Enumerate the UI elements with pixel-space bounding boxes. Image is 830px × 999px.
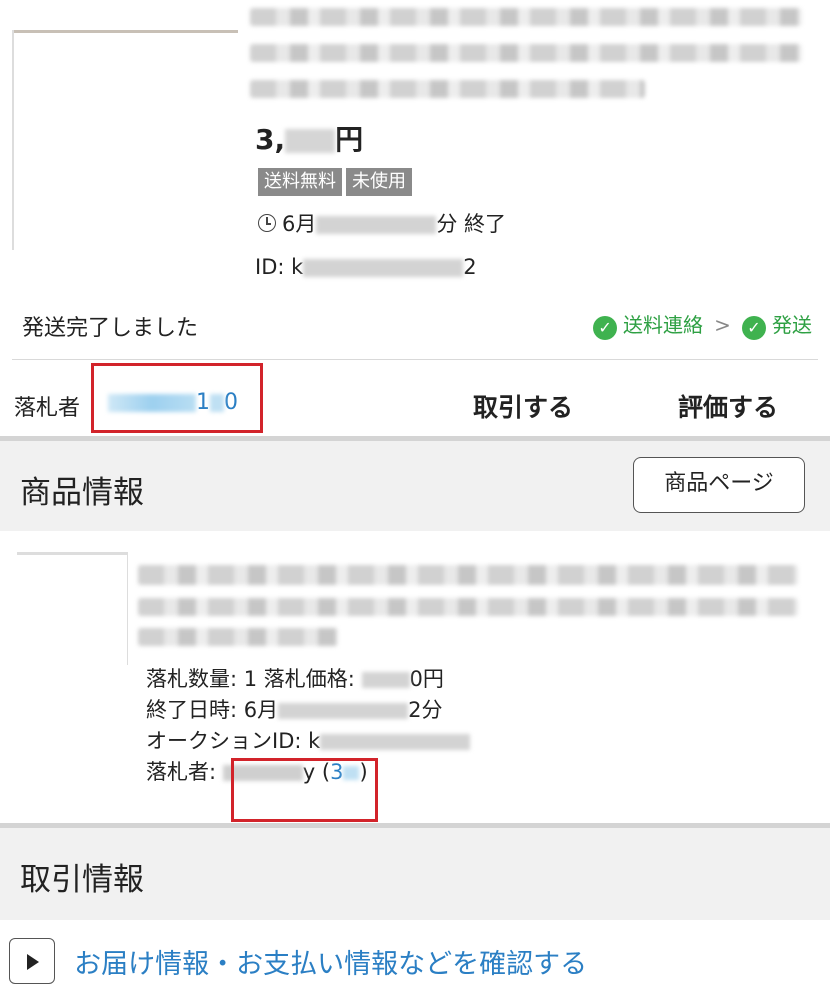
- free-shipping-badge: 送料無料: [258, 168, 342, 196]
- play-triangle-icon: [9, 938, 55, 984]
- product-info-title: 商品情報: [20, 475, 144, 511]
- product-page-button[interactable]: 商品ページ: [633, 457, 805, 513]
- product-info-header: 商品情報 商品ページ: [0, 441, 830, 531]
- top-item-thumbnail[interactable]: [12, 30, 238, 250]
- step-shipping-contact: 送料連絡: [623, 313, 704, 337]
- chevron-right-icon: >: [714, 313, 731, 337]
- check-icon: ✓: [593, 315, 618, 340]
- top-item-badges: 送料無料 未使用: [258, 168, 416, 196]
- bidder-label: 落札者: [14, 396, 81, 421]
- trade-info-header: 取引情報: [0, 828, 830, 920]
- expand-details-toggle[interactable]: お届け情報・お支払い情報などを確認する: [9, 938, 587, 984]
- top-item-end-time: 6月分 終了: [258, 208, 506, 238]
- top-item-id: ID: k2: [255, 255, 477, 279]
- progress-steps: ✓ 送料連絡 > ✓ 発送: [593, 309, 812, 340]
- divider: [12, 359, 818, 360]
- auction-id-line: オークションID: k: [146, 726, 471, 757]
- highlight-box: [91, 363, 263, 433]
- end-datetime-line: 終了日時: 6月 2分: [146, 698, 443, 722]
- check-icon: ✓: [742, 315, 766, 340]
- quantity-price-line: 落札数量: 1 落札価格: 0円: [146, 667, 444, 691]
- expand-details-link[interactable]: お届け情報・お支払い情報などを確認する: [74, 949, 587, 980]
- step-shipped: 発送: [772, 313, 812, 337]
- shipping-status-message: 発送完了しました: [22, 316, 199, 341]
- highlight-box: [231, 758, 378, 822]
- product-thumbnail[interactable]: [17, 552, 128, 665]
- clock-icon: [258, 214, 276, 232]
- top-item-price: 3, 円: [255, 123, 364, 156]
- trade-button[interactable]: 取引する: [473, 388, 573, 424]
- rate-button[interactable]: 評価する: [678, 388, 778, 424]
- unused-badge: 未使用: [346, 168, 412, 196]
- trade-info-title: 取引情報: [20, 862, 144, 898]
